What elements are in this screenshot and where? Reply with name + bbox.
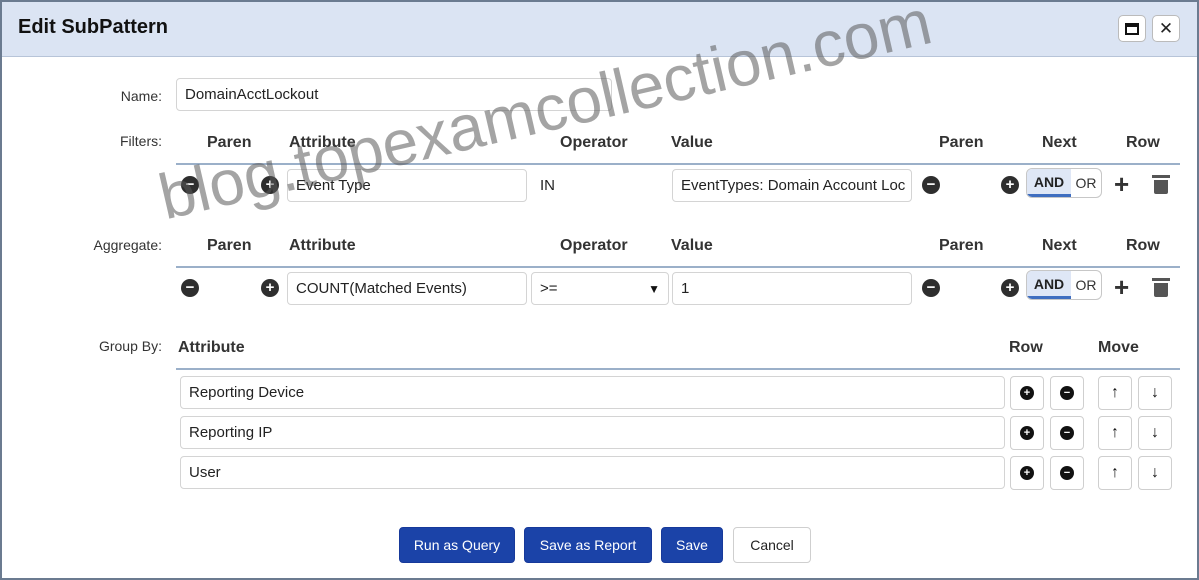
agg-add-open-paren-icon[interactable]: + [261, 279, 279, 297]
maximize-icon [1125, 22, 1139, 35]
group-move-down-button[interactable]: ↓ [1138, 376, 1172, 410]
dialog-titlebar: Edit SubPattern ✕ [2, 2, 1197, 57]
filters-header-next: Next [1042, 134, 1077, 151]
group-move-down-button[interactable]: ↓ [1138, 456, 1172, 490]
group-by-label: Group By: [98, 338, 162, 354]
minus-circle-icon: − [1060, 426, 1074, 440]
filters-header-divider [176, 163, 1180, 165]
agg-remove-open-paren-icon[interactable]: − [181, 279, 199, 297]
group-add-row-button[interactable]: + [1010, 456, 1044, 490]
aggregate-add-row-icon[interactable]: + [1114, 274, 1129, 300]
edit-subpattern-dialog: Edit SubPattern ✕ Name: DomainAcctLockou… [0, 0, 1199, 580]
group-by-header-divider [176, 368, 1180, 370]
close-button[interactable]: ✕ [1152, 15, 1180, 42]
aggregate-operator-value: >= [540, 280, 558, 297]
group-by-attribute-input[interactable]: Reporting Device [180, 376, 1005, 409]
filters-header-paren-open: Paren [207, 134, 252, 151]
save-button[interactable]: Save [661, 527, 723, 563]
aggregate-attribute-input[interactable]: COUNT(Matched Events) [287, 272, 527, 305]
group-move-up-button[interactable]: ↑ [1098, 456, 1132, 490]
group-add-row-button[interactable]: + [1010, 416, 1044, 450]
filter-value-input[interactable]: EventTypes: Domain Account Loc [672, 169, 912, 202]
group-by-attribute-input[interactable]: Reporting IP [180, 416, 1005, 449]
arrow-up-icon: ↑ [1111, 424, 1119, 441]
filter-delete-row-icon[interactable] [1152, 175, 1170, 194]
arrow-down-icon: ↓ [1151, 424, 1159, 441]
aggregate-label: Aggregate: [93, 237, 163, 253]
group-remove-row-button[interactable]: − [1050, 376, 1084, 410]
remove-close-paren-icon[interactable]: − [922, 176, 940, 194]
close-icon: ✕ [1158, 18, 1174, 38]
filter-add-row-icon[interactable]: + [1114, 171, 1129, 197]
aggregate-next-toggle[interactable]: AND OR [1026, 270, 1102, 300]
filter-or-option[interactable]: OR [1071, 169, 1101, 197]
filter-and-option[interactable]: AND [1027, 169, 1071, 197]
arrow-up-icon: ↑ [1111, 464, 1119, 481]
dialog-title: Edit SubPattern [18, 16, 169, 38]
filters-label: Filters: [120, 133, 162, 149]
plus-circle-icon: + [1020, 466, 1034, 480]
filters-header-attribute: Attribute [289, 134, 356, 151]
group-by-header-move: Move [1098, 339, 1139, 356]
minus-circle-icon: − [1060, 386, 1074, 400]
aggregate-header-paren-close: Paren [939, 237, 984, 254]
aggregate-header-value: Value [671, 237, 713, 254]
aggregate-header-divider [176, 266, 1180, 268]
filters-header-value: Value [671, 134, 713, 151]
aggregate-header-paren-open: Paren [207, 237, 252, 254]
cancel-button[interactable]: Cancel [733, 527, 811, 563]
aggregate-header-row: Row [1126, 237, 1160, 254]
group-add-row-button[interactable]: + [1010, 376, 1044, 410]
aggregate-operator-select[interactable]: >= ▼ [531, 272, 669, 305]
plus-circle-icon: + [1020, 426, 1034, 440]
aggregate-delete-row-icon[interactable] [1152, 278, 1170, 297]
group-move-up-button[interactable]: ↑ [1098, 416, 1132, 450]
aggregate-header-attribute: Attribute [289, 237, 356, 254]
group-by-header-row: Row [1009, 339, 1043, 356]
aggregate-header-operator: Operator [560, 237, 628, 254]
group-by-header-attribute: Attribute [178, 339, 245, 356]
maximize-button[interactable] [1118, 15, 1146, 42]
group-remove-row-button[interactable]: − [1050, 416, 1084, 450]
chevron-down-icon: ▼ [648, 282, 660, 296]
group-move-down-button[interactable]: ↓ [1138, 416, 1172, 450]
group-move-up-button[interactable]: ↑ [1098, 376, 1132, 410]
aggregate-value-input[interactable]: 1 [672, 272, 912, 305]
arrow-down-icon: ↓ [1151, 384, 1159, 401]
aggregate-or-option[interactable]: OR [1071, 271, 1101, 299]
add-close-paren-icon[interactable]: + [1001, 176, 1019, 194]
plus-circle-icon: + [1020, 386, 1034, 400]
add-open-paren-icon[interactable]: + [261, 176, 279, 194]
agg-add-close-paren-icon[interactable]: + [1001, 279, 1019, 297]
filter-operator-select[interactable]: IN [531, 169, 669, 202]
run-as-query-button[interactable]: Run as Query [399, 527, 515, 563]
name-label: Name: [120, 88, 162, 104]
remove-open-paren-icon[interactable]: − [181, 176, 199, 194]
agg-remove-close-paren-icon[interactable]: − [922, 279, 940, 297]
aggregate-header-next: Next [1042, 237, 1077, 254]
filters-header-operator: Operator [560, 134, 628, 151]
filters-header-row: Row [1126, 134, 1160, 151]
minus-circle-icon: − [1060, 466, 1074, 480]
filter-next-toggle[interactable]: AND OR [1026, 168, 1102, 198]
name-input[interactable]: DomainAcctLockout [176, 78, 612, 111]
group-by-attribute-input[interactable]: User [180, 456, 1005, 489]
group-remove-row-button[interactable]: − [1050, 456, 1084, 490]
arrow-up-icon: ↑ [1111, 384, 1119, 401]
filter-attribute-input[interactable]: Event Type [287, 169, 527, 202]
arrow-down-icon: ↓ [1151, 464, 1159, 481]
filters-header-paren-close: Paren [939, 134, 984, 151]
aggregate-and-option[interactable]: AND [1027, 271, 1071, 299]
save-as-report-button[interactable]: Save as Report [524, 527, 652, 563]
